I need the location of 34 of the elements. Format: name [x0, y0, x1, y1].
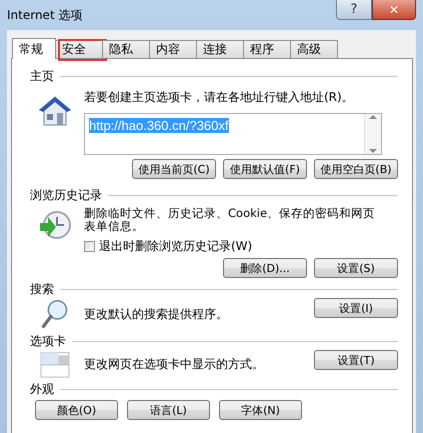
description-text: 更改网页在选项卡中显示的方式。 — [84, 356, 264, 372]
home-page-button[interactable]: 使用空白页(B) — [314, 159, 398, 179]
tab[interactable]: 高级 — [290, 40, 338, 58]
instruction-text: 若要创建主页选项卡，请在各地址行键入地址(R)。 — [84, 89, 355, 106]
settings-button[interactable]: 设置(I) — [314, 298, 398, 318]
section-heading: 外观 — [30, 380, 54, 398]
checkbox[interactable]: 退出时删除浏览历史记录(W) — [84, 238, 252, 255]
tab-window-icon — [40, 350, 70, 378]
settings-button[interactable]: 设置(T) — [314, 350, 398, 370]
tab[interactable]: 连接 — [196, 40, 244, 58]
appearance-button[interactable]: 字体(N) — [219, 400, 302, 420]
search-icon — [41, 298, 69, 330]
appearance-button[interactable]: 颜色(O) — [35, 400, 118, 420]
tab[interactable]: 内容 — [149, 40, 197, 58]
clock-icon — [38, 209, 72, 241]
scroll-up-icon[interactable] — [369, 114, 377, 120]
window-title: Internet 选项 — [7, 7, 84, 24]
tab[interactable]: 程序 — [243, 40, 291, 58]
scroll-down-icon[interactable] — [369, 148, 377, 154]
home-page-button[interactable]: 使用当前页(C) — [132, 159, 216, 179]
help-button[interactable]: ? — [336, 0, 372, 20]
tab[interactable]: 隐私 — [102, 40, 150, 58]
delete-button[interactable]: 删除(D)... — [223, 258, 307, 278]
settings-button[interactable]: 设置(S) — [314, 258, 398, 278]
appearance-button[interactable]: 语言(L) — [127, 400, 210, 420]
section-heading: 选项卡 — [30, 332, 66, 350]
section-heading: 搜索 — [30, 280, 54, 298]
section-heading: 浏览历史记录 — [30, 186, 102, 204]
home-page-button[interactable]: 使用默认值(F) — [223, 159, 307, 179]
description-text: 更改默认的搜索提供程序。 — [84, 306, 228, 322]
tab[interactable]: 常规 — [12, 38, 56, 59]
house-icon — [38, 95, 72, 127]
description-text: 删除临时文件、历史记录、Cookie、保存的密码和网页表单信息。 — [84, 207, 376, 233]
section-heading: 主页 — [30, 68, 54, 84]
